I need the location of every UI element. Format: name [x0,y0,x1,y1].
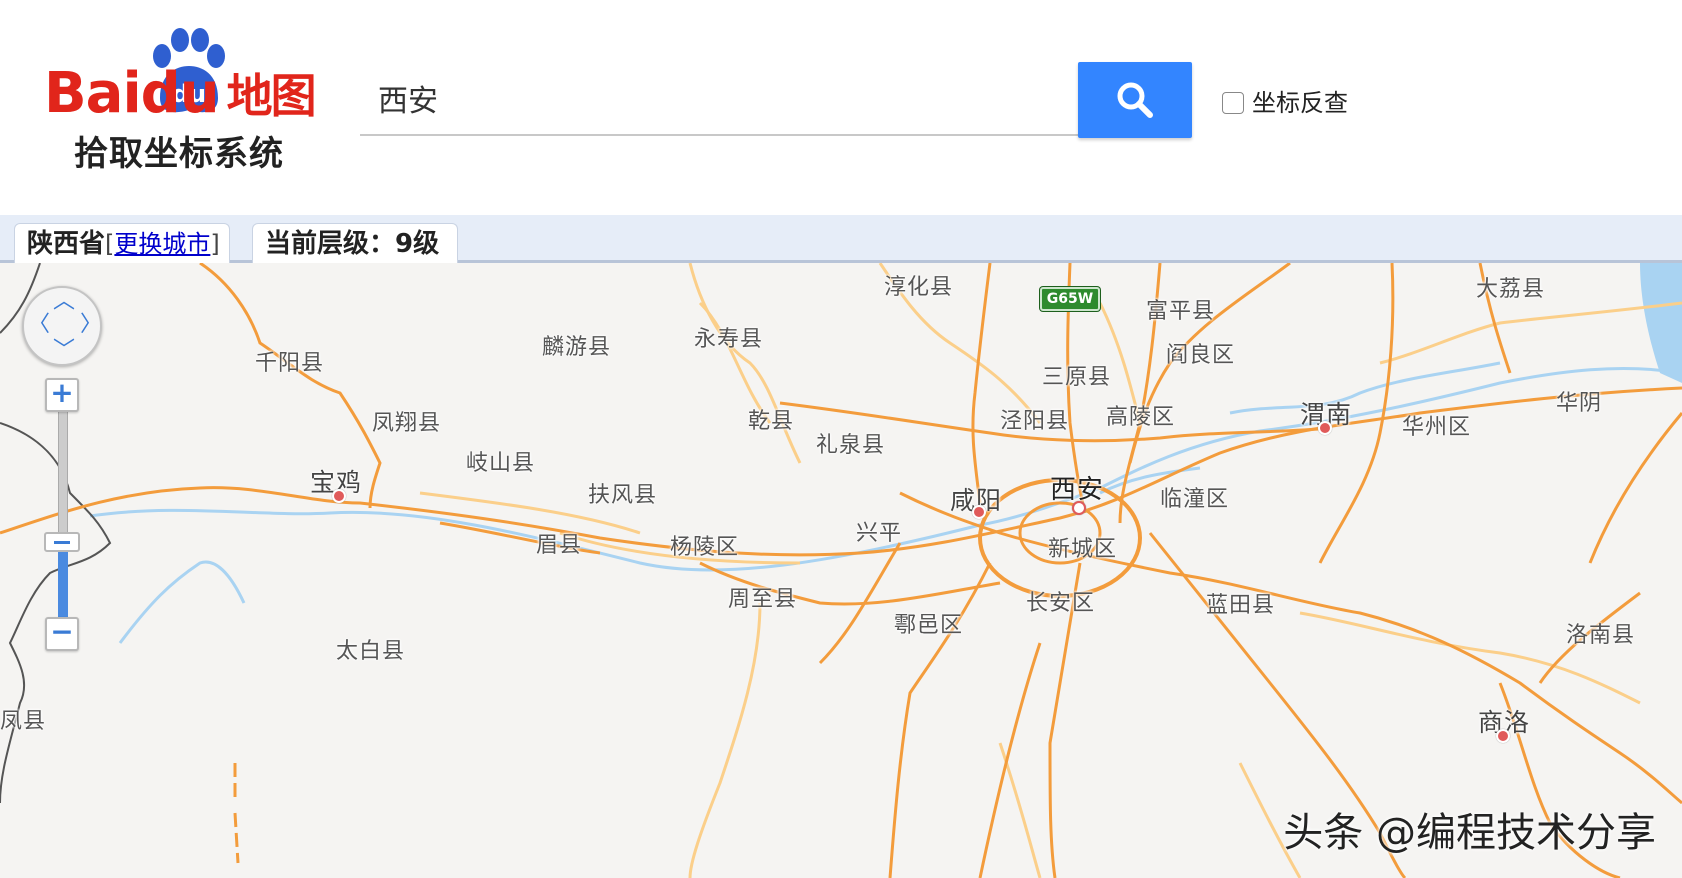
search-icon [1117,82,1153,118]
place-yongshou: 永寿县 [694,327,764,352]
logo-subtitle: 拾取坐标系统 [74,134,284,174]
reverse-lookup-label[interactable]: 坐标反查 [1252,83,1348,118]
place-lantian: 蓝田县 [1206,593,1276,618]
zoom-out-button[interactable]: − [45,617,79,651]
place-luonan: 洛南县 [1566,623,1636,648]
place-huyi: 鄠邑区 [894,613,964,638]
search-button[interactable] [1078,62,1192,138]
map-roads-layer [0,263,1682,878]
current-city: 陕西省 [27,229,106,259]
logo-brand-suffix: 地图 [226,69,317,123]
place-xingping: 兴平 [856,521,903,546]
place-fengxiang: 凤翔县 [372,411,442,436]
place-sanyuan: 三原县 [1042,365,1112,390]
change-city-link[interactable]: 更换城市 [114,230,210,258]
place-chunhua: 淳化县 [884,275,954,300]
pan-down-icon[interactable]: ﹀ [53,340,75,362]
place-jingyang: 泾阳县 [1000,409,1070,434]
bracket-close: ] [210,230,220,258]
pan-left-icon[interactable]: 〈 [28,314,50,336]
place-fufeng: 扶风县 [588,483,658,508]
place-yangling: 杨陵区 [670,535,740,560]
xianyang-marker [972,505,986,519]
place-taibai: 太白县 [336,639,406,664]
logo-brand: Baidu [44,61,220,126]
place-huayin: 华阴 [1556,391,1603,416]
place-qianxian: 乾县 [748,409,795,434]
info-bar: 陕西省[更换城市] 当前层级：9级 [0,215,1682,263]
place-dali: 大荔县 [1476,277,1546,302]
watermark: 头条 @编程技术分享 [1283,810,1656,856]
pan-right-icon[interactable]: 〉 [80,314,102,336]
zoom-slider-handle[interactable] [44,532,80,552]
place-qishan: 岐山县 [466,451,536,476]
place-qianyang: 千阳县 [255,351,325,376]
zoom-in-button[interactable]: + [45,378,79,412]
map-canvas[interactable]: G65W 淳化县 富平县 大荔县 千阳县 麟游县 永寿县 阎良区 三原县 凤翔县… [0,263,1682,878]
baidu-map-logo[interactable]: du Baidu 地图 拾取坐标系统 [40,26,340,176]
baoji-marker [332,489,346,503]
reverse-lookup-checkbox[interactable] [1222,92,1244,114]
zoom-level-tab: 当前层级：9级 [252,223,458,263]
logo-wordmark: Baidu 地图 [44,66,317,123]
place-lintong: 临潼区 [1160,487,1230,512]
reverse-lookup[interactable]: 坐标反查 [1222,83,1348,118]
zoom-level-text: 当前层级：9级 [265,229,440,259]
place-linyou: 麟游县 [542,335,612,360]
place-xincheng: 新城区 [1048,537,1118,562]
weinan-marker [1318,421,1332,435]
place-meixian: 眉县 [536,533,583,558]
place-gaoling: 高陵区 [1106,405,1176,430]
current-city-tab: 陕西省[更换城市] [14,223,230,263]
place-zhouzhi: 周至县 [728,587,798,612]
place-fengxian: 凤县 [0,709,47,734]
bracket-open: [ [105,230,115,258]
yellow-river [1640,263,1682,383]
place-fuping: 富平县 [1146,299,1216,324]
place-changan: 长安区 [1026,591,1096,616]
pan-up-icon[interactable]: ︿ [53,291,75,313]
search-input[interactable] [360,62,1078,136]
highway-shield-g65w: G65W [1040,287,1100,311]
place-yanliang: 阎良区 [1166,343,1236,368]
pan-control[interactable]: ︿ ﹀ 〈 〉 [22,286,102,366]
place-huazhou: 华州区 [1402,415,1472,440]
major-roads [0,263,1682,878]
shangluo-marker [1496,729,1510,743]
place-liquan: 礼泉县 [816,433,886,458]
header: du Baidu地图 拾取坐标系统 坐标反查 [0,0,1682,215]
xian-marker [1072,501,1086,515]
